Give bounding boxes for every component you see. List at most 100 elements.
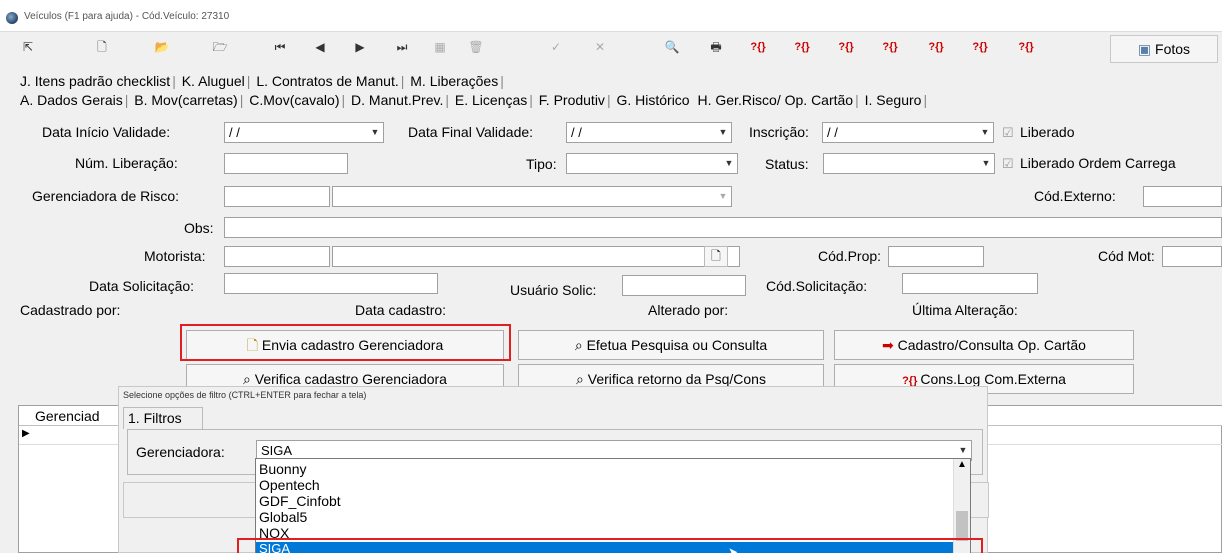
verifica-cadastro-label: Verifica cadastro Gerenciadora: [254, 371, 447, 387]
log-icon-1[interactable]: ?{}: [746, 36, 770, 58]
liberado-ordem-checkbox[interactable]: ☑: [1002, 156, 1014, 172]
log-icon-5[interactable]: ?{}: [924, 36, 948, 58]
chevron-down-icon[interactable]: ▼: [721, 154, 737, 173]
delete-icon[interactable]: 🗑: [464, 36, 488, 58]
cod-externo-field[interactable]: [1143, 186, 1222, 207]
highlight-box-siga: [237, 538, 983, 553]
chevron-down-icon[interactable]: ▼: [978, 154, 994, 173]
search-doc-icon: ⌕: [243, 371, 255, 387]
confirm-icon[interactable]: ✓: [544, 36, 568, 58]
motorista-label: Motorista:: [144, 248, 206, 264]
efetua-pesquisa-button[interactable]: ⌕ Efetua Pesquisa ou Consulta: [518, 330, 824, 360]
tab-seguro[interactable]: I. Seguro: [865, 92, 922, 108]
chevron-down-icon[interactable]: ▼: [715, 123, 731, 142]
cod-solicitacao-label: Cód.Solicitação:: [766, 278, 868, 294]
window-title: Veículos (F1 para ajuda) - Cód.Veículo: …: [24, 11, 230, 22]
tab-manut-prev[interactable]: D. Manut.Prev.: [351, 92, 443, 108]
arrow-right-icon: ➡: [882, 337, 898, 353]
log-icon-7[interactable]: ?{}: [1014, 36, 1038, 58]
motorista-code-field[interactable]: [224, 246, 330, 267]
tab-historico[interactable]: G. Histórico: [616, 92, 689, 108]
save-folder-icon[interactable]: 🗁: [208, 36, 232, 58]
highlight-box-envia: [180, 324, 511, 361]
tab-mov-cavalo[interactable]: C.Mov(cavalo): [249, 92, 339, 108]
data-final-label: Data Final Validade:: [408, 124, 534, 140]
new-doc-icon[interactable]: 🗋: [90, 36, 114, 58]
cancel-icon[interactable]: ✕: [588, 36, 612, 58]
last-record-icon[interactable]: ⏭: [390, 36, 414, 58]
obs-field[interactable]: [224, 217, 1222, 238]
data-solicitacao-label: Data Solicitação:: [89, 278, 195, 294]
cadastro-op-label: Cadastro/Consulta Op. Cartão: [897, 337, 1086, 353]
previous-record-icon[interactable]: ◀: [308, 36, 332, 58]
inscricao-field[interactable]: / / ▼: [822, 122, 994, 143]
tab-produtiv[interactable]: F. Produtiv: [539, 92, 605, 108]
list-item-gdf[interactable]: GDF_Cinfobt: [259, 493, 341, 509]
tipo-field[interactable]: ▼: [566, 153, 738, 174]
data-cadastro-label: Data cadastro:: [355, 302, 447, 318]
num-liberacao-label: Núm. Liberação:: [75, 155, 178, 171]
scroll-up-icon[interactable]: ▲: [957, 459, 967, 470]
motorista-lookup-icon[interactable]: 🗋: [704, 246, 728, 267]
liberado-label: Liberado: [1020, 124, 1075, 140]
data-solicitacao-field[interactable]: [224, 273, 438, 294]
tab-licencas[interactable]: E. Licenças: [455, 92, 527, 108]
cons-log-label: Cons.Log Com.Externa: [920, 371, 1066, 387]
grid-column-header[interactable]: Gerenciad: [35, 408, 100, 424]
mouse-cursor-icon: ➤: [728, 545, 739, 553]
exit-icon[interactable]: ⇱: [16, 36, 40, 58]
fotos-button[interactable]: ▣ Fotos: [1110, 35, 1218, 63]
tab-filtros-label: 1. Filtros: [128, 410, 182, 426]
tab-mov-carretas[interactable]: B. Mov(carretas): [134, 92, 237, 108]
motorista-name-field[interactable]: [332, 246, 740, 267]
data-inicio-field[interactable]: / / ▼: [224, 122, 384, 143]
log-icon-4[interactable]: ?{}: [878, 36, 902, 58]
grid-icon[interactable]: ▦: [428, 36, 452, 58]
list-item-global5[interactable]: Global5: [259, 509, 307, 525]
tab-dados-gerais[interactable]: A. Dados Gerais: [20, 92, 123, 108]
gerenciadora-filter-label: Gerenciadora:: [136, 444, 225, 460]
search-icon[interactable]: 🔍: [660, 36, 684, 58]
tabs-row-1: J. Itens padrão checklist | K. Aluguel | L…: [20, 73, 504, 89]
cod-prop-field[interactable]: [888, 246, 984, 267]
data-final-field[interactable]: / / ▼: [566, 122, 732, 143]
next-record-icon[interactable]: ▶: [348, 36, 372, 58]
cadastro-op-cartao-button[interactable]: ➡ Cadastro/Consulta Op. Cartão: [834, 330, 1134, 360]
liberado-checkbox[interactable]: ☑: [1002, 125, 1014, 141]
first-record-icon[interactable]: ⏮: [268, 36, 292, 58]
log-icon-2[interactable]: ?{}: [790, 36, 814, 58]
log-icon-3[interactable]: ?{}: [834, 36, 858, 58]
inscricao-label: Inscrição:: [749, 124, 809, 140]
chevron-down-icon[interactable]: ▼: [367, 123, 383, 142]
cod-prop-label: Cód.Prop:: [818, 248, 882, 264]
tab-aluguel[interactable]: K. Aluguel: [182, 73, 245, 89]
verifica-retorno-label: Verifica retorno da Psq/Cons: [587, 371, 766, 387]
print-icon[interactable]: 🖶: [704, 36, 728, 58]
tab-contratos-manut[interactable]: L. Contratos de Manut.: [256, 73, 398, 89]
num-liberacao-field[interactable]: [224, 153, 348, 174]
chevron-down-icon[interactable]: ▼: [977, 123, 993, 142]
usuario-solic-field[interactable]: [622, 275, 746, 296]
cadastrado-por-label: Cadastrado por:: [20, 302, 121, 318]
tab-filtros[interactable]: 1. Filtros: [123, 407, 203, 429]
status-field[interactable]: ▼: [823, 153, 995, 174]
cod-mot-field[interactable]: [1162, 246, 1222, 267]
chevron-down-icon[interactable]: ▼: [715, 187, 731, 206]
gerenciadora-name-field[interactable]: ▼: [332, 186, 732, 207]
log-icon-6[interactable]: ?{}: [968, 36, 992, 58]
tab-ger-risco[interactable]: H. Ger.Risco/ Op. Cartão: [697, 92, 854, 108]
filter-hint: Selecione opções de filtro (CTRL+ENTER p…: [123, 390, 367, 400]
open-folder-icon[interactable]: 📂: [150, 36, 174, 58]
tab-liberacoes[interactable]: M. Liberações: [410, 73, 498, 89]
inscricao-value: / /: [827, 125, 838, 140]
list-item-buonny[interactable]: Buonny: [259, 461, 306, 477]
fotos-label: Fotos: [1155, 41, 1191, 57]
cod-solicitacao-field[interactable]: [902, 273, 1038, 294]
app-icon: [6, 12, 18, 24]
scroll-thumb[interactable]: [956, 511, 968, 541]
list-item-opentech[interactable]: Opentech: [259, 477, 320, 493]
gerenciadora-select-value: SIGA: [261, 443, 293, 458]
search-doc-icon: ⌕: [576, 371, 588, 387]
tab-itens-padrao[interactable]: J. Itens padrão checklist: [20, 73, 170, 89]
gerenciadora-code-field[interactable]: [224, 186, 330, 207]
